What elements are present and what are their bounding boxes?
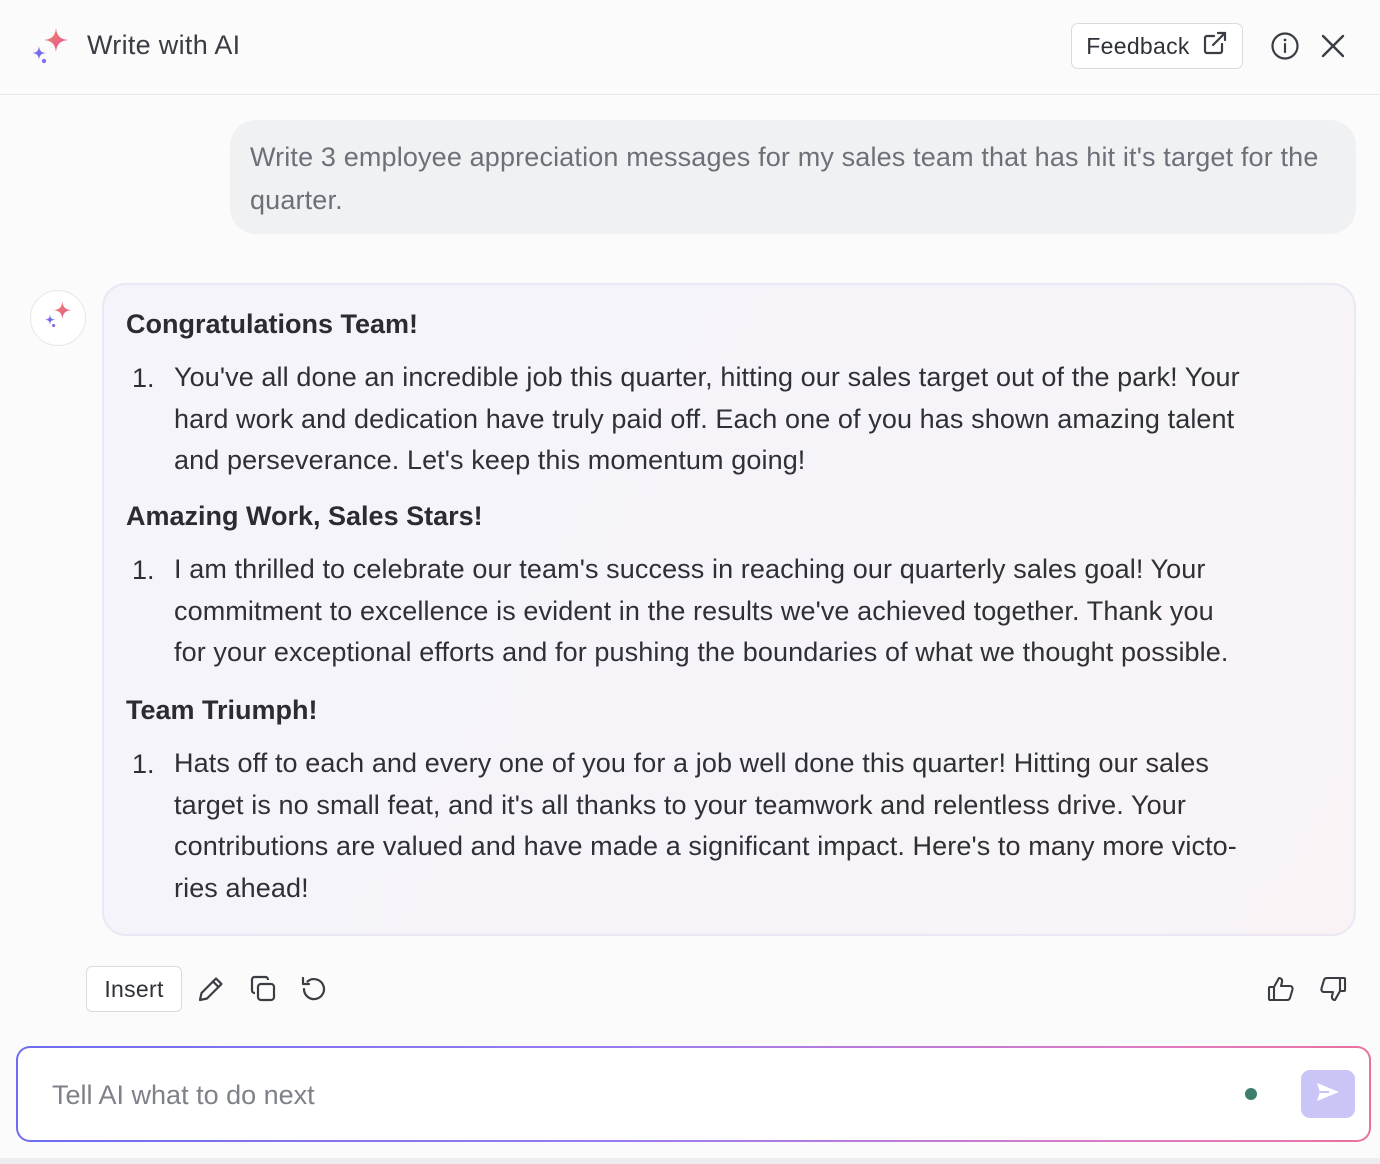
section-title: Congratulations Team! bbox=[126, 309, 419, 339]
text-line: I am thrilled to celebrate our team's su… bbox=[174, 554, 1206, 584]
text-line: commitment to excellence is evident in t… bbox=[174, 595, 1214, 626]
section-title: Team Triumph! bbox=[126, 695, 318, 725]
list-item: I am thrilled to celebrate our team's su… bbox=[174, 549, 1334, 674]
feedback-button[interactable]: Feedback bbox=[1071, 23, 1243, 69]
insert-button[interactable]: Insert bbox=[86, 966, 182, 1012]
copy-icon[interactable] bbox=[248, 974, 278, 1004]
list-item: Hats off to each and every one of you fo… bbox=[174, 743, 1334, 909]
text-line: and perseverance. Let's keep this moment… bbox=[174, 445, 806, 475]
text-line: You've all done an incredible job this q… bbox=[174, 362, 1240, 392]
sparkle-icon bbox=[42, 300, 74, 337]
list-number: 1. bbox=[132, 555, 155, 585]
thumbs-down-icon[interactable] bbox=[1318, 974, 1348, 1004]
send-icon bbox=[1315, 1081, 1341, 1108]
text-line: contributions are valued and have made a… bbox=[174, 831, 1237, 861]
thumbs-up-icon[interactable] bbox=[1266, 974, 1296, 1004]
panel-title: Write with AI bbox=[87, 30, 241, 60]
status-dot bbox=[1245, 1088, 1257, 1100]
text-line: Hats off to each and every one of you fo… bbox=[174, 748, 1209, 778]
ai-response: Congratulations Team! 1. You've all done… bbox=[102, 283, 1356, 936]
composer bbox=[16, 1046, 1371, 1142]
composer-box bbox=[18, 1048, 1369, 1140]
sparkle-icon bbox=[28, 26, 72, 70]
prompt-input[interactable] bbox=[50, 1072, 1154, 1118]
text-line: target is no small feat, and it's all th… bbox=[174, 789, 1186, 820]
feedback-label: Feedback bbox=[1086, 32, 1190, 59]
external-link-icon bbox=[1202, 30, 1228, 62]
close-icon[interactable] bbox=[1318, 31, 1348, 61]
info-icon[interactable] bbox=[1270, 31, 1300, 61]
send-button[interactable] bbox=[1301, 1070, 1355, 1118]
list-number: 1. bbox=[132, 363, 155, 393]
edit-pencil-icon[interactable] bbox=[196, 974, 226, 1004]
header-bar: Write with AI Feedback bbox=[0, 0, 1380, 95]
list-number: 1. bbox=[132, 749, 155, 779]
text-line: ries ahead! bbox=[174, 872, 309, 903]
ai-avatar bbox=[30, 290, 86, 346]
regenerate-icon[interactable] bbox=[299, 974, 329, 1004]
user-message: Write 3 employee appreciation messages f… bbox=[230, 120, 1356, 234]
section-title: Amazing Work, Sales Stars! bbox=[126, 501, 483, 531]
text-line: for your exceptional efforts and for pus… bbox=[174, 637, 1229, 667]
bottom-edge bbox=[0, 1158, 1380, 1164]
text-line: hard work and dedication have truly paid… bbox=[174, 403, 1235, 434]
list-item: You've all done an incredible job this q… bbox=[174, 357, 1334, 482]
